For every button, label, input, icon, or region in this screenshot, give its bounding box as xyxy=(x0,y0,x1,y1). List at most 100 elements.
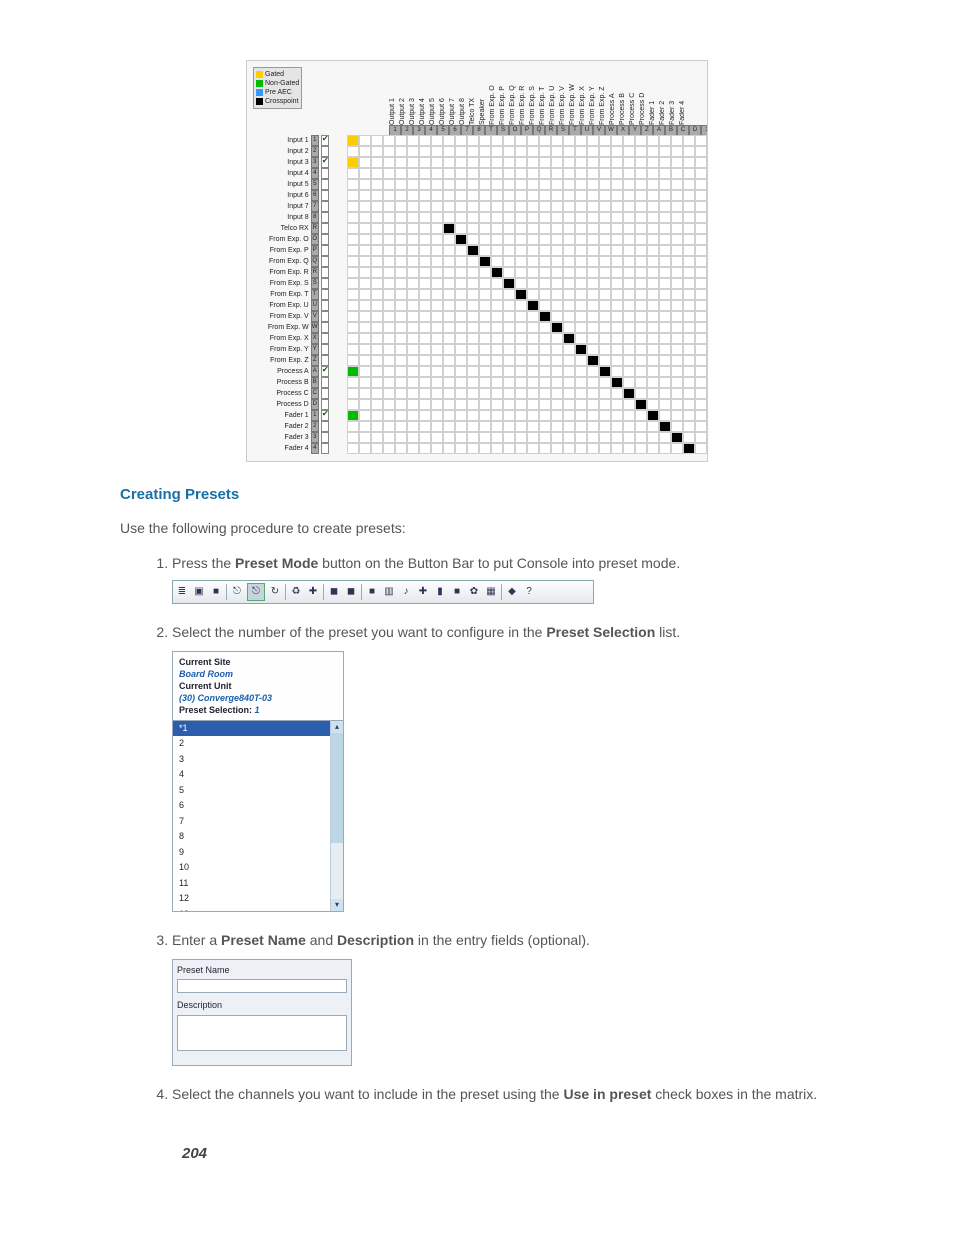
crosspoint-cell[interactable] xyxy=(599,366,611,377)
crosspoint-cell[interactable] xyxy=(491,366,503,377)
crosspoint-cell[interactable] xyxy=(383,146,395,157)
crosspoint-cell[interactable] xyxy=(395,311,407,322)
crosspoint-cell[interactable] xyxy=(383,344,395,355)
crosspoint-cell[interactable] xyxy=(587,223,599,234)
crosspoint-cell[interactable] xyxy=(623,267,635,278)
crosspoint-cell[interactable] xyxy=(587,432,599,443)
crosspoint-cell[interactable] xyxy=(635,311,647,322)
crosspoint-cell[interactable] xyxy=(611,223,623,234)
crosspoint-cell[interactable] xyxy=(659,322,671,333)
crosspoint-cell[interactable] xyxy=(671,322,683,333)
crosspoint-cell[interactable] xyxy=(443,377,455,388)
crosspoint-cell[interactable] xyxy=(563,333,575,344)
crosspoint-cell[interactable] xyxy=(431,355,443,366)
crosspoint-cell[interactable] xyxy=(695,300,707,311)
crosspoint-cell[interactable] xyxy=(383,333,395,344)
crosspoint-cell[interactable] xyxy=(491,377,503,388)
use-in-preset-checkbox[interactable] xyxy=(321,333,329,344)
crosspoint-cell[interactable] xyxy=(683,267,695,278)
crosspoint-cell[interactable] xyxy=(455,135,467,146)
crosspoint-cell[interactable] xyxy=(347,421,359,432)
scrollbar[interactable]: ▴ ▾ xyxy=(330,721,343,911)
crosspoint-cell[interactable] xyxy=(671,399,683,410)
crosspoint-cell[interactable] xyxy=(419,168,431,179)
crosspoint-cell[interactable] xyxy=(587,344,599,355)
crosspoint-cell[interactable] xyxy=(551,146,563,157)
crosspoint-cell[interactable] xyxy=(623,234,635,245)
crosspoint-cell[interactable] xyxy=(683,333,695,344)
crosspoint-cell[interactable] xyxy=(623,399,635,410)
crosspoint-cell[interactable] xyxy=(527,179,539,190)
button-bar[interactable]: ≣▣■⎋⎋↻♻✚◼◼■▥♪✚▮■✿▦◆? xyxy=(172,580,594,604)
crosspoint-cell[interactable] xyxy=(635,135,647,146)
crosspoint-cell[interactable] xyxy=(671,366,683,377)
crosspoint-cell[interactable] xyxy=(455,355,467,366)
crosspoint-cell[interactable] xyxy=(407,234,419,245)
crosspoint-cell[interactable] xyxy=(503,388,515,399)
crosspoint-cell[interactable] xyxy=(695,179,707,190)
crosspoint-cell[interactable] xyxy=(635,190,647,201)
crosspoint-cell[interactable] xyxy=(599,212,611,223)
crosspoint-cell[interactable] xyxy=(515,300,527,311)
crosspoint-cell[interactable] xyxy=(371,300,383,311)
crosspoint-cell[interactable] xyxy=(395,223,407,234)
crosspoint-cell[interactable] xyxy=(479,201,491,212)
crosspoint-cell[interactable] xyxy=(659,333,671,344)
crosspoint-cell[interactable] xyxy=(359,201,371,212)
crosspoint-cell[interactable] xyxy=(659,190,671,201)
crosspoint-cell[interactable] xyxy=(563,278,575,289)
crosspoint-cell[interactable] xyxy=(359,223,371,234)
crosspoint-cell[interactable] xyxy=(563,432,575,443)
crosspoint-cell[interactable] xyxy=(395,344,407,355)
use-in-preset-checkbox[interactable] xyxy=(321,267,329,278)
crosspoint-cell[interactable] xyxy=(395,135,407,146)
toolbar-button[interactable]: ▥ xyxy=(382,585,396,599)
use-in-preset-checkbox[interactable] xyxy=(321,179,329,190)
crosspoint-cell[interactable] xyxy=(563,245,575,256)
crosspoint-cell[interactable] xyxy=(419,399,431,410)
crosspoint-cell[interactable] xyxy=(611,432,623,443)
crosspoint-cell[interactable] xyxy=(611,135,623,146)
use-in-preset-checkbox[interactable] xyxy=(321,212,329,223)
crosspoint-cell[interactable] xyxy=(347,300,359,311)
crosspoint-cell[interactable] xyxy=(623,168,635,179)
crosspoint-cell[interactable] xyxy=(527,311,539,322)
crosspoint-cell[interactable] xyxy=(527,256,539,267)
crosspoint-cell[interactable] xyxy=(407,410,419,421)
crosspoint-cell[interactable] xyxy=(683,190,695,201)
crosspoint-cell[interactable] xyxy=(683,443,695,454)
crosspoint-cell[interactable] xyxy=(431,333,443,344)
crosspoint-cell[interactable] xyxy=(695,135,707,146)
crosspoint-cell[interactable] xyxy=(515,377,527,388)
crosspoint-cell[interactable] xyxy=(467,190,479,201)
crosspoint-cell[interactable] xyxy=(635,355,647,366)
crosspoint-cell[interactable] xyxy=(491,234,503,245)
crosspoint-cell[interactable] xyxy=(395,421,407,432)
crosspoint-cell[interactable] xyxy=(455,333,467,344)
crosspoint-cell[interactable] xyxy=(647,333,659,344)
crosspoint-cell[interactable] xyxy=(611,256,623,267)
crosspoint-cell[interactable] xyxy=(647,190,659,201)
crosspoint-cell[interactable] xyxy=(347,234,359,245)
crosspoint-cell[interactable] xyxy=(419,179,431,190)
crosspoint-cell[interactable] xyxy=(587,201,599,212)
crosspoint-cell[interactable] xyxy=(443,366,455,377)
crosspoint-cell[interactable] xyxy=(503,267,515,278)
crosspoint-cell[interactable] xyxy=(371,289,383,300)
crosspoint-cell[interactable] xyxy=(647,135,659,146)
crosspoint-cell[interactable] xyxy=(551,289,563,300)
crosspoint-cell[interactable] xyxy=(455,168,467,179)
crosspoint-cell[interactable] xyxy=(611,278,623,289)
use-in-preset-checkbox[interactable] xyxy=(321,278,329,289)
crosspoint-cell[interactable] xyxy=(671,421,683,432)
crosspoint-cell[interactable] xyxy=(479,234,491,245)
crosspoint-cell[interactable] xyxy=(491,190,503,201)
crosspoint-cell[interactable] xyxy=(443,399,455,410)
crosspoint-cell[interactable] xyxy=(695,432,707,443)
crosspoint-cell[interactable] xyxy=(515,333,527,344)
crosspoint-cell[interactable] xyxy=(383,168,395,179)
crosspoint-cell[interactable] xyxy=(419,245,431,256)
crosspoint-cell[interactable] xyxy=(503,234,515,245)
crosspoint-cell[interactable] xyxy=(683,135,695,146)
crosspoint-cell[interactable] xyxy=(491,311,503,322)
